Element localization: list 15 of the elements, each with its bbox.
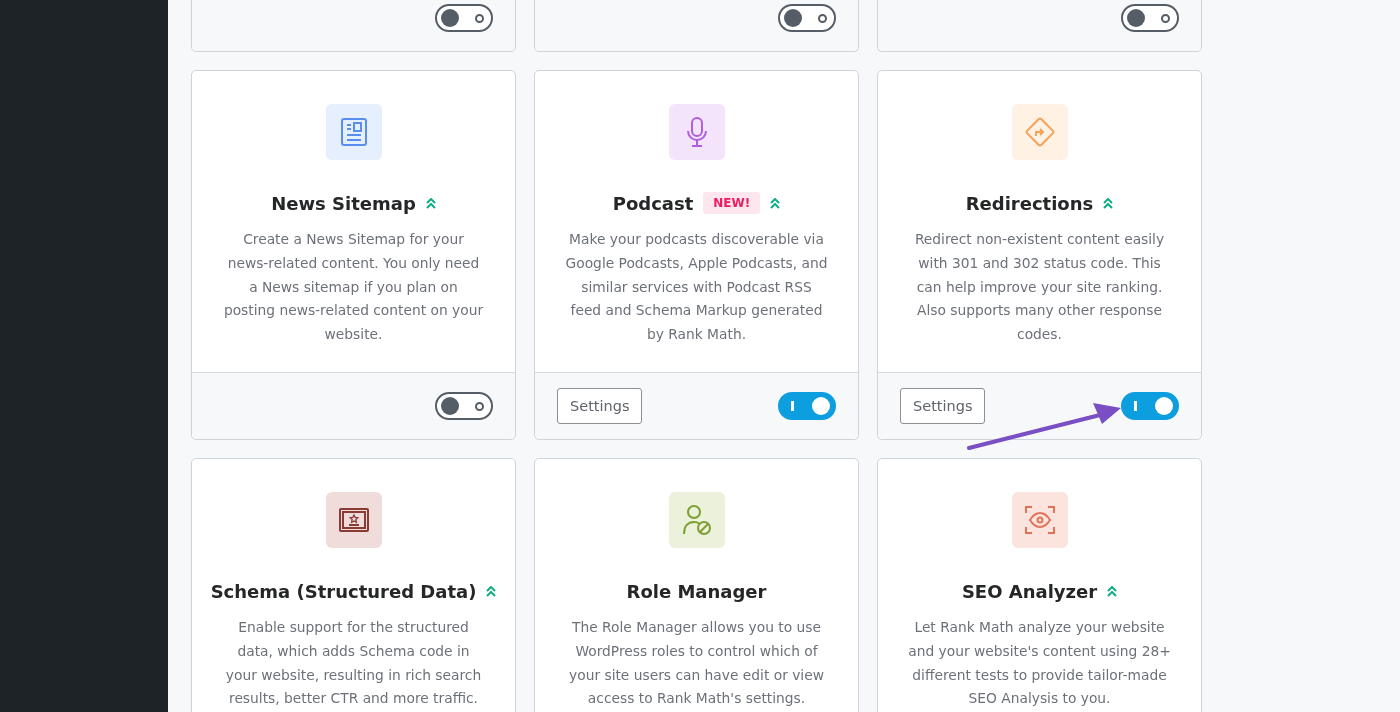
module-title: Redirections	[965, 192, 1094, 214]
new-badge: NEW!	[703, 192, 761, 214]
settings-button[interactable]: Settings	[900, 388, 986, 424]
module-title: SEO Analyzer	[961, 580, 1098, 602]
module-title: News Sitemap	[271, 192, 416, 214]
module-description: The Role Manager allows you to use WordPress roles to control which of your site users can have edit or view access to Rank Math's settings.	[568, 618, 825, 709]
module-description: Enable support for the structured data, which adds Schema code in your website, resulting in rich search results, better CTR and more traffic.	[224, 618, 483, 709]
settings-button[interactable]: Settings	[557, 388, 643, 424]
module-title: Podcast	[612, 192, 694, 214]
module-description: Let Rank Math analyze your website and your website's content using 28+ different tests to provide tailor-made SEO Analysis to you.	[908, 618, 1171, 709]
module-description: Create a News Sitemap for your news-related content. You only need a News sitemap if you plan on posting news-related content on your website.	[222, 230, 485, 345]
module-description: Redirect non-existent content easily with 301 and 302 status code. This can help improve your site ranking. Also supports many other response codes.	[913, 230, 1166, 345]
module-title: Schema (Structured Data)	[210, 580, 477, 602]
module-title: Role Manager	[626, 580, 767, 602]
module-description: Make your podcasts discoverable via Google Podcasts, Apple Podcasts, and similar services with Podcast RSS feed and Schema Markup generated by Rank Math.	[565, 230, 828, 345]
